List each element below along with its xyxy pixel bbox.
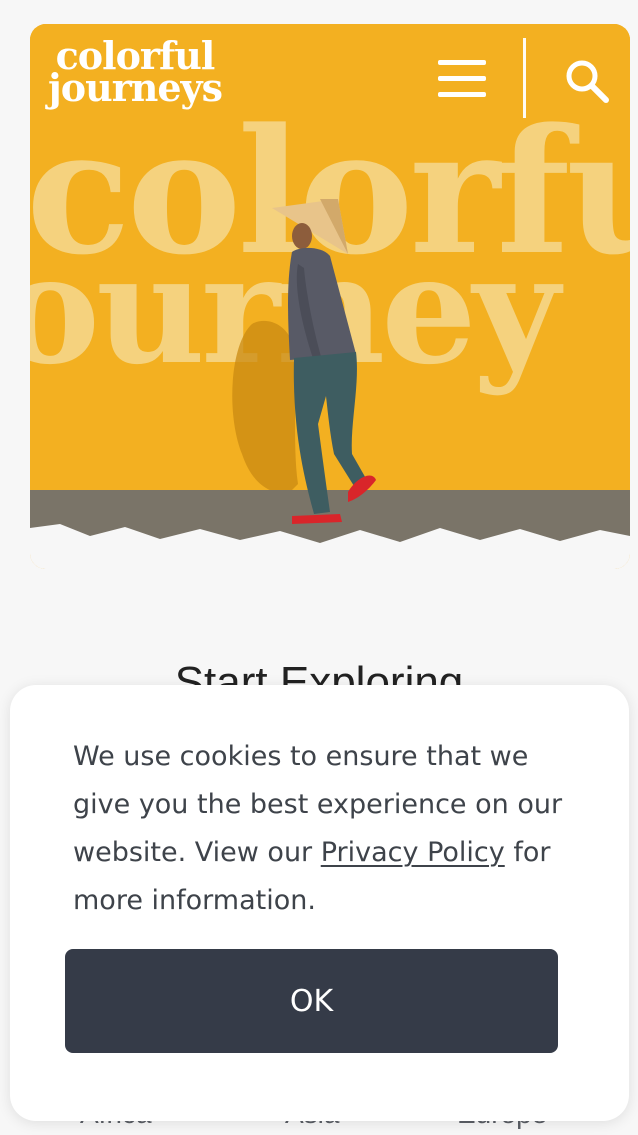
hero-banner: colorfu ourney colorful [30,24,630,569]
ok-button[interactable]: OK [65,949,558,1053]
cookie-message: We use cookies to ensure that we give yo… [73,733,573,925]
page: colorfu ourney colorful [0,0,638,1135]
hamburger-menu-icon[interactable] [435,58,487,100]
search-icon[interactable] [562,56,612,106]
cookie-banner: We use cookies to ensure that we give yo… [10,685,629,1121]
logo-line-2: journeys [48,65,223,110]
privacy-policy-link[interactable]: Privacy Policy [321,837,505,868]
site-logo[interactable]: colorful journeys [48,37,223,110]
header-divider [523,38,526,118]
